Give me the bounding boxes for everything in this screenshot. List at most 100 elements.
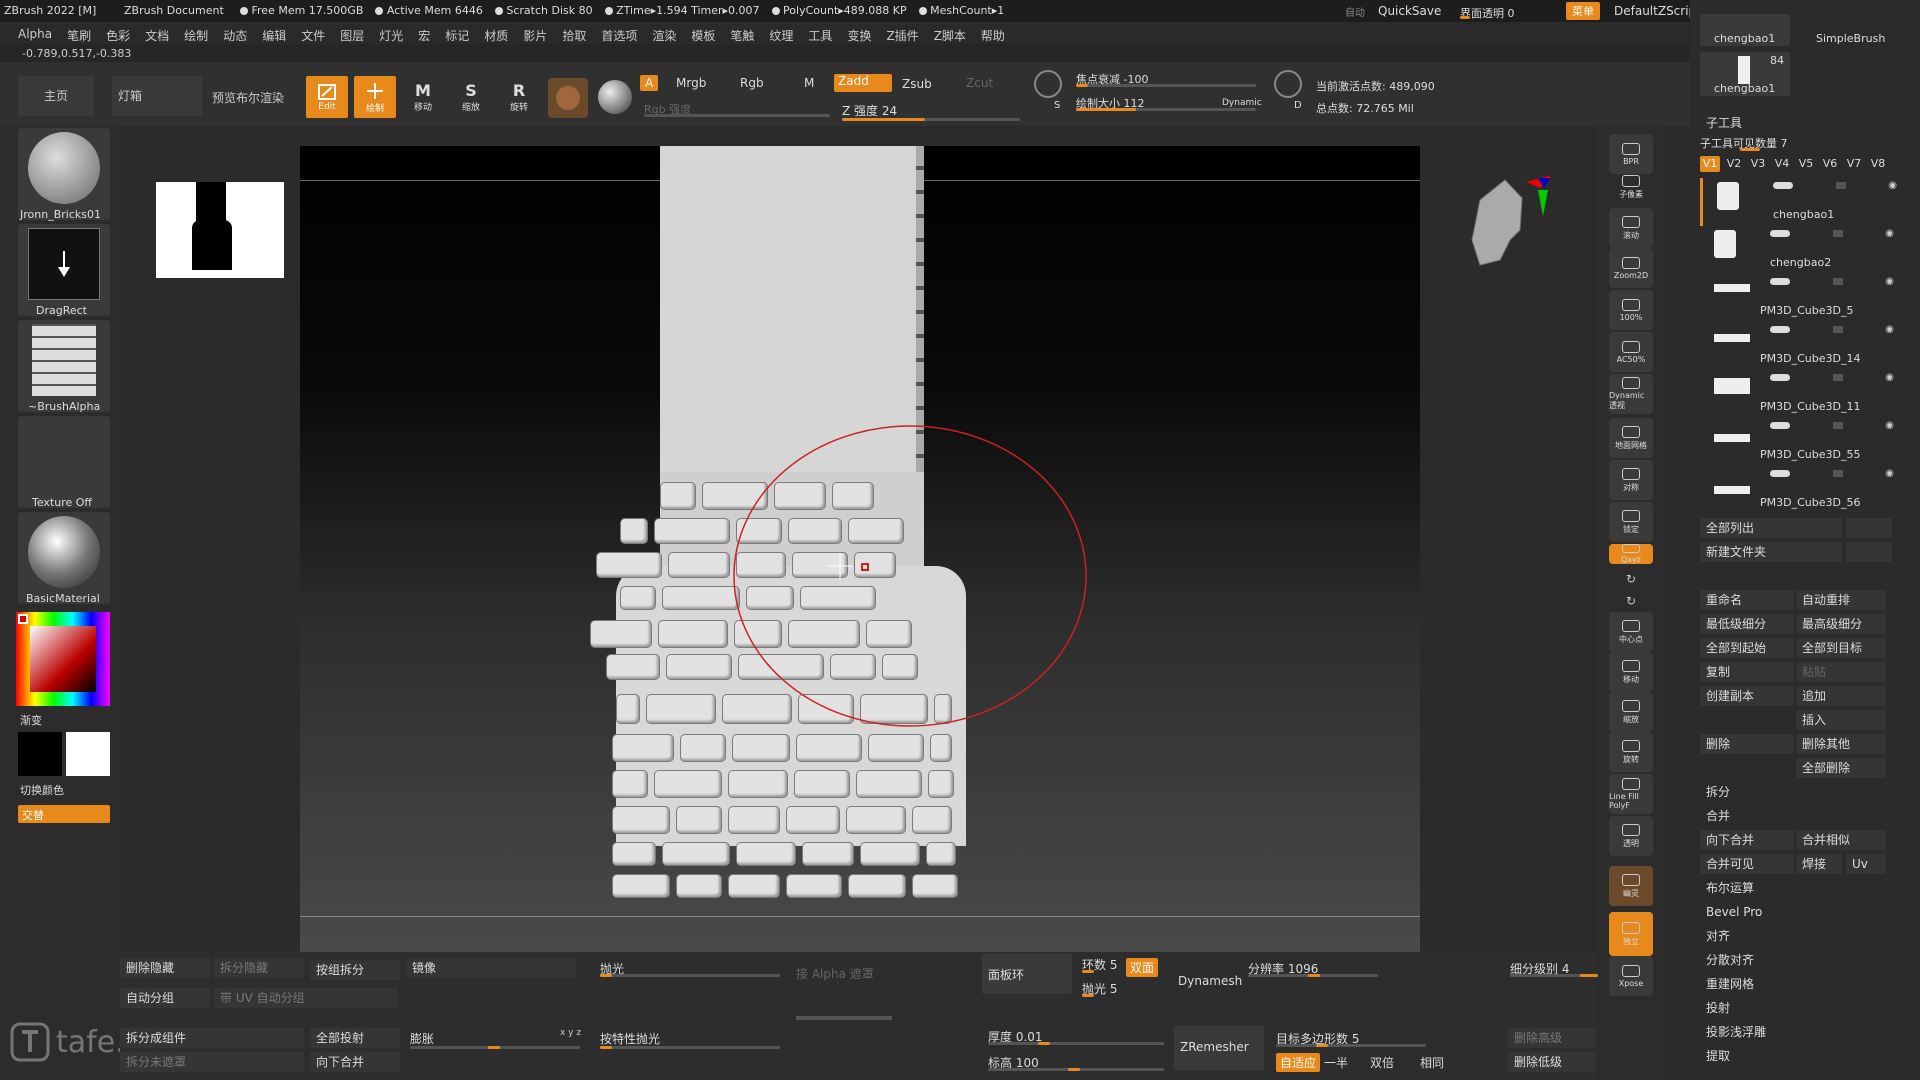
lock-button[interactable]: 锁定	[1609, 502, 1653, 542]
qxyz-button[interactable]: Qxyz	[1609, 544, 1653, 564]
polish5-slider[interactable]: 抛光 5	[1082, 978, 1172, 998]
ac50-button[interactable]: AC50%	[1609, 332, 1653, 372]
menu-item[interactable]: 笔触	[730, 27, 754, 44]
xpose-button[interactable]: Xpose	[1609, 956, 1653, 996]
menu-item[interactable]: 材质	[484, 27, 508, 44]
dynamic-perspective-button[interactable]: Dynamic 透视	[1609, 374, 1653, 414]
lock-icon[interactable]	[1832, 277, 1843, 285]
lazy-d-icon[interactable]	[1274, 70, 1302, 98]
split-unmasked-button[interactable]: 拆分未遮罩	[120, 1052, 304, 1072]
menu-item[interactable]: 模板	[691, 27, 715, 44]
distribute-button[interactable]: 分散对齐	[1700, 950, 1900, 970]
focal-shift-slider[interactable]: 焦点衰减 -100	[1076, 68, 1256, 88]
uv-group-button[interactable]: 带 UV 自动分组	[214, 988, 398, 1008]
subdiv-level-slider[interactable]: 细分级别 4	[1510, 958, 1598, 978]
remesh-button[interactable]: 重建网格	[1700, 974, 1900, 994]
visible-count-slider[interactable]: 子工具可见数量 7	[1700, 132, 1910, 151]
lock-icon[interactable]	[1832, 229, 1843, 237]
subtool-row[interactable]: ◉ PM3D_Cube3D_56	[1700, 466, 1910, 514]
toggle-icon[interactable]	[1770, 469, 1790, 477]
scroll-button[interactable]: 滚动	[1609, 208, 1653, 248]
split-hidden-button[interactable]: 拆分隐藏	[214, 958, 304, 978]
scale-button[interactable]: S 缩放	[450, 76, 492, 118]
resolution-slider[interactable]: 分辨率 1096	[1248, 958, 1388, 978]
boolean-button[interactable]: 布尔运算	[1700, 878, 1900, 898]
split-button[interactable]: 拆分	[1700, 782, 1900, 802]
zoom2d-button[interactable]: Zoom2D	[1609, 248, 1653, 288]
bevel-pro-button[interactable]: Bevel Pro	[1700, 902, 1900, 922]
eye-icon[interactable]: ◉	[1885, 468, 1894, 479]
menu-item[interactable]: Alpha	[18, 27, 52, 44]
by-alpha-mask[interactable]: 接 Alpha 遮罩	[796, 965, 874, 982]
lock-icon[interactable]	[1832, 325, 1843, 333]
rotate-z-button[interactable]: ↻	[1609, 592, 1653, 610]
preview-bool-button[interactable]: 预览布尔渲染	[212, 89, 284, 106]
new-folder-button[interactable]: 新建文件夹	[1700, 542, 1796, 562]
lock-icon[interactable]	[1835, 181, 1846, 189]
toggle-icon[interactable]	[1770, 373, 1790, 381]
tool-slot-chengbao1-current[interactable]: 84 chengbao1	[1700, 52, 1790, 96]
brush-slot[interactable]: Jronn_Bricks01	[18, 128, 110, 221]
toggle-icon[interactable]	[1770, 277, 1790, 285]
folder-in-button[interactable]	[1796, 542, 1842, 562]
alternate-button[interactable]: 交替	[18, 805, 110, 823]
dynamic-toggle[interactable]: Dynamic	[1222, 98, 1262, 108]
rotate-y-button[interactable]: ↻	[1609, 570, 1653, 588]
version-tab-v3[interactable]: V3	[1748, 156, 1768, 172]
highest-subdiv-button[interactable]: 最高级细分	[1796, 614, 1886, 634]
canvas-viewport[interactable]	[156, 146, 1556, 952]
double-button[interactable]: 双倍	[1370, 1054, 1394, 1071]
symmetry-button[interactable]: 对称	[1609, 460, 1653, 500]
merge-visible-button[interactable]: 合并可见	[1700, 854, 1794, 874]
quicksave-button[interactable]: QuickSave	[1378, 4, 1441, 18]
a-button[interactable]: A	[640, 75, 659, 91]
append-button[interactable]: 追加	[1796, 686, 1886, 706]
home-tab[interactable]: 主页	[18, 76, 94, 116]
stroke-slot[interactable]: DragRect	[18, 224, 110, 317]
material-slot[interactable]: BasicMaterial	[18, 512, 110, 605]
uv-button[interactable]: Uv	[1846, 854, 1886, 874]
delete-hidden-button[interactable]: 删除隐藏	[120, 958, 210, 978]
list-all-button[interactable]: 全部列出	[1700, 518, 1796, 538]
menu-item[interactable]: 影片	[523, 27, 547, 44]
polyframe-button[interactable]: Line Fill PolyF	[1609, 774, 1653, 814]
transparency-slider[interactable]: 界面透明 0	[1460, 2, 1552, 20]
delete-all-button[interactable]: 全部删除	[1796, 758, 1886, 778]
zoom100-button[interactable]: 100%	[1609, 290, 1653, 330]
eye-icon[interactable]: ◉	[1885, 420, 1894, 431]
rename-button[interactable]: 重命名	[1700, 590, 1794, 610]
subtool-row[interactable]: ◉ PM3D_Cube3D_5	[1700, 274, 1910, 322]
all-to-start-button[interactable]: 全部到起始	[1700, 638, 1794, 658]
switch-color-button[interactable]: 切换颜色	[20, 782, 64, 798]
move-view-button[interactable]: 移动	[1609, 652, 1653, 692]
menu-item[interactable]: 图层	[340, 27, 364, 44]
m-button[interactable]: M	[804, 76, 814, 90]
subtool-row[interactable]: ◉ PM3D_Cube3D_55	[1700, 418, 1910, 466]
eye-icon[interactable]: ◉	[1885, 372, 1894, 383]
thickness-slider[interactable]: 厚度 0.01	[988, 1026, 1168, 1046]
project-button[interactable]: 投射	[1700, 998, 1900, 1018]
all-to-target-button[interactable]: 全部到目标	[1796, 638, 1886, 658]
menu-item[interactable]: 色彩	[106, 27, 130, 44]
insert-button[interactable]: 插入	[1796, 710, 1886, 730]
weld-button[interactable]: 焊接	[1796, 854, 1842, 874]
arrow-up-button[interactable]	[1796, 518, 1842, 538]
mrgb-button[interactable]: Mrgb	[676, 76, 706, 90]
color-sphere-icon[interactable]	[598, 80, 632, 114]
zcut-button[interactable]: Zcut	[966, 76, 993, 90]
split-parts-button[interactable]: 拆分成组件	[120, 1028, 304, 1048]
scale-view-button[interactable]: 缩放	[1609, 692, 1653, 732]
dynamesh-button[interactable]: Dynamesh	[1178, 974, 1242, 988]
menu-item[interactable]: 渲染	[652, 27, 676, 44]
tool-slot-chengbao1[interactable]: chengbao1	[1700, 14, 1790, 46]
ghost-button[interactable]: 幽灵	[1609, 866, 1653, 906]
subtool-row[interactable]: ◉ chengbao2	[1700, 226, 1910, 274]
menu-item[interactable]: 变换	[847, 27, 871, 44]
extract-button[interactable]: 提取	[1700, 1046, 1900, 1066]
merge-down-button[interactable]: 向下合并	[310, 1052, 400, 1072]
toggle-icon[interactable]	[1773, 181, 1793, 189]
adaptive-button[interactable]: 自适应	[1276, 1053, 1321, 1072]
merge-similar-button[interactable]: 合并相似	[1796, 830, 1886, 850]
delete-higher-button[interactable]: 删除高级	[1508, 1028, 1596, 1048]
polish-slider[interactable]: 抛光	[600, 958, 790, 978]
